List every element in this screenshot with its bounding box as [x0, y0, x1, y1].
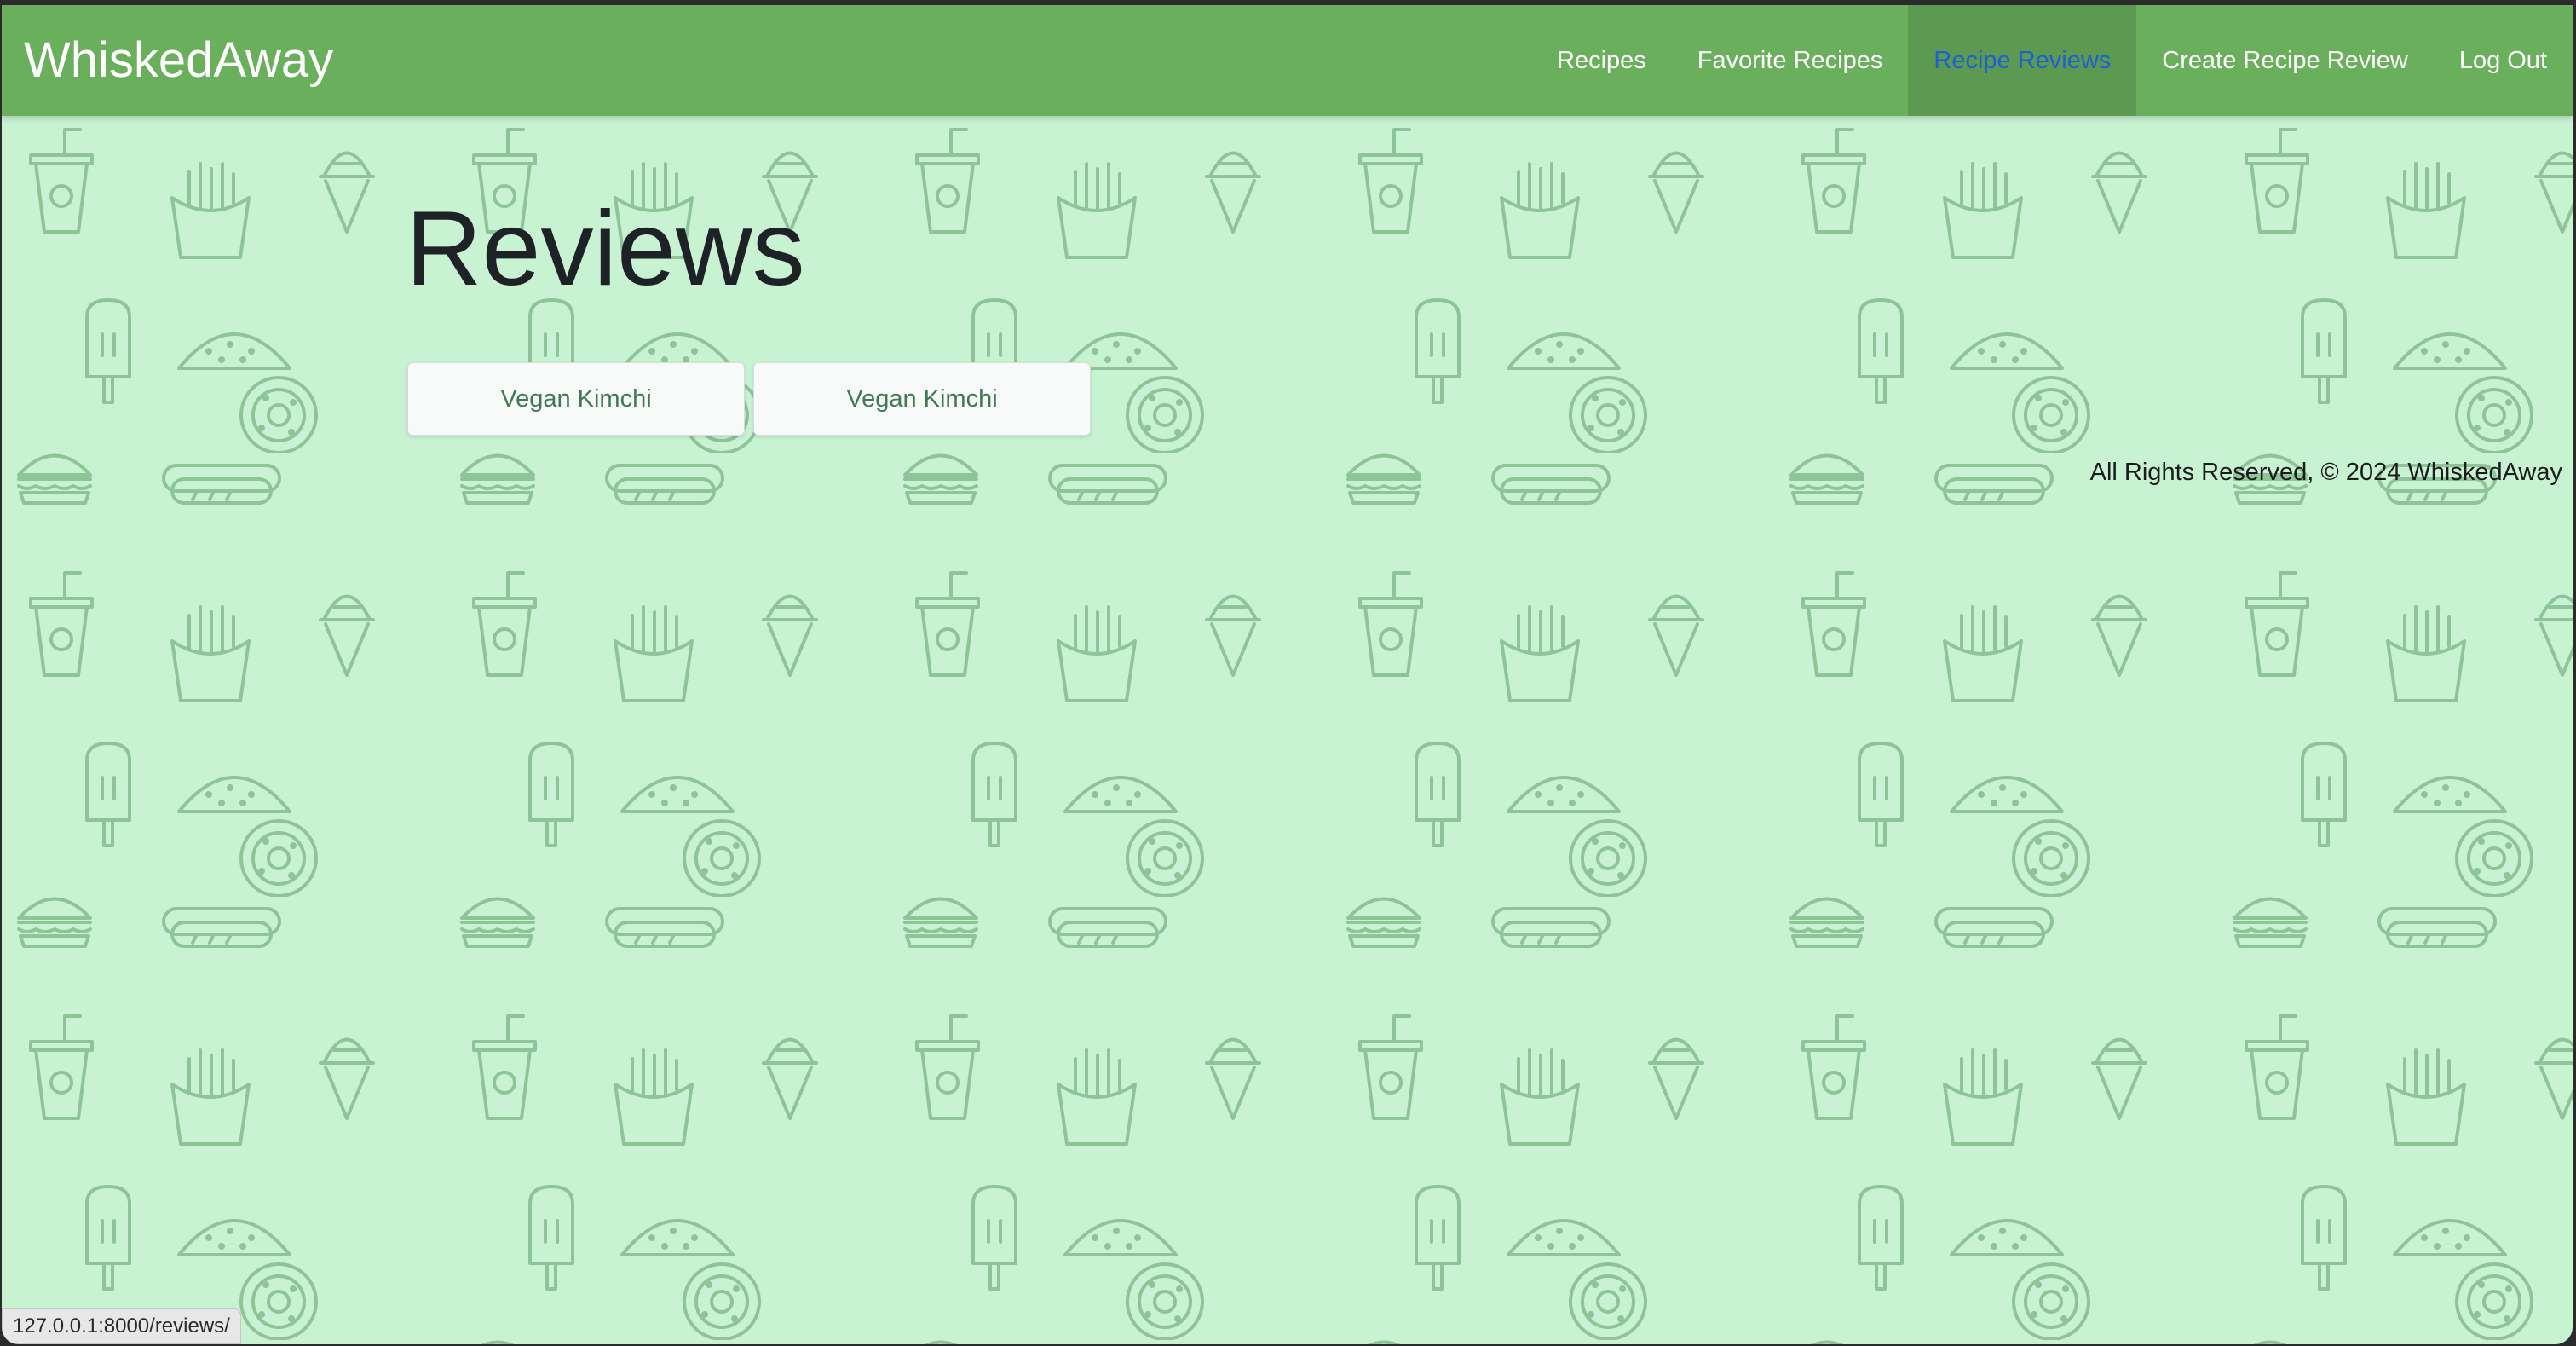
footer-copyright: All Rights Reserved, © 2024 WhiskedAway [2089, 459, 2562, 486]
browser-viewport: WhiskedAway Recipes Favorite Recipes Rec… [2, 5, 2573, 1344]
nav-menu: Recipes Favorite Recipes Recipe Reviews … [1531, 5, 2573, 116]
nav-item-recipe-reviews[interactable]: Recipe Reviews [1908, 5, 2137, 116]
brand-logo-link[interactable]: WhiskedAway [24, 31, 333, 90]
nav-item-recipes[interactable]: Recipes [1531, 5, 1672, 116]
nav-item-create-recipe-review[interactable]: Create Recipe Review [2136, 5, 2434, 116]
nav-item-log-out[interactable]: Log Out [2434, 5, 2573, 116]
review-button-vegan-kimchi-1[interactable]: Vegan Kimchi [407, 362, 745, 436]
review-button-vegan-kimchi-2[interactable]: Vegan Kimchi [753, 362, 1091, 436]
status-bar-url: 127.0.0.1:8000/reviews/ [2, 1308, 241, 1344]
review-list: Vegan Kimchi Vegan Kimchi [407, 362, 1091, 436]
food-pattern-background [2, 5, 2573, 1344]
top-navbar: WhiskedAway Recipes Favorite Recipes Rec… [2, 5, 2573, 116]
nav-item-favorite-recipes[interactable]: Favorite Recipes [1672, 5, 1909, 116]
page-title: Reviews [406, 190, 805, 308]
